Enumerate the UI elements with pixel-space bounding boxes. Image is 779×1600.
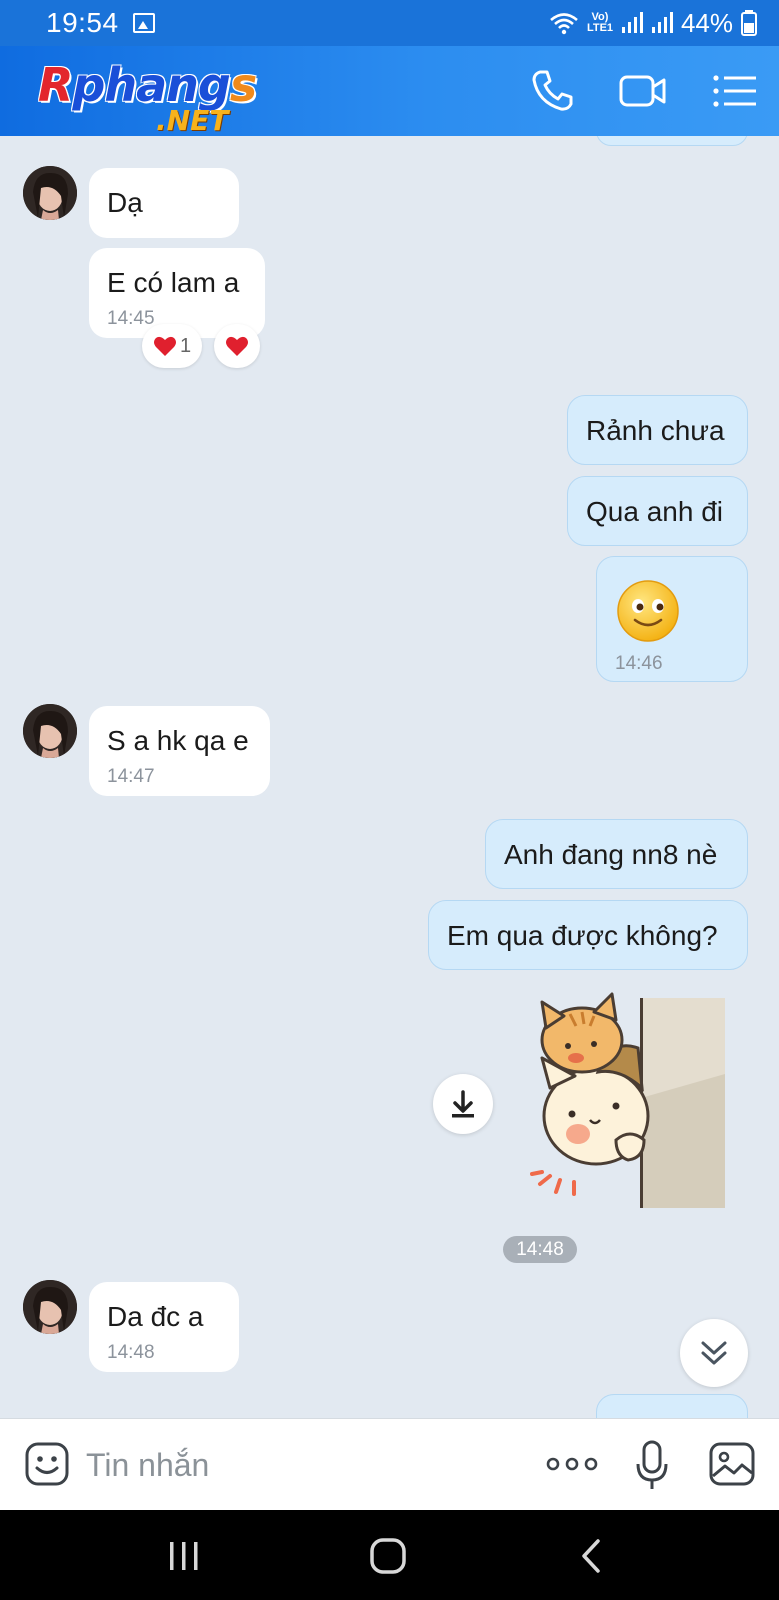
message-text: Dạ xyxy=(107,187,143,218)
system-navigation-bar xyxy=(0,1510,779,1600)
message-bubble-outgoing[interactable]: Qua anh đi xyxy=(567,476,748,546)
react-button[interactable] xyxy=(214,324,260,368)
download-icon xyxy=(452,1090,474,1118)
battery-percent: 44% xyxy=(680,7,733,38)
network-type-label: Vo) LTE1 xyxy=(586,11,614,34)
message-text: Anh đang nn8 nè xyxy=(504,839,718,870)
cat-peeking-sticker[interactable] xyxy=(520,988,730,1212)
heart-icon xyxy=(226,336,248,356)
message-bubble-outgoing[interactable]: Anh đang nn8 nè xyxy=(485,819,748,889)
message-text: E có lam a xyxy=(107,267,240,298)
message-bubble-incoming[interactable]: S a hk qa e 14:47 xyxy=(89,706,270,796)
message-time: 14:45 xyxy=(107,308,155,329)
message-text: S a hk qa e xyxy=(107,725,249,756)
watermark-logo: Rphangs .NET xyxy=(38,58,278,138)
message-text: Em qua được không? xyxy=(447,920,718,951)
wifi-icon xyxy=(550,13,578,35)
download-sticker-button[interactable] xyxy=(433,1074,493,1134)
smile-emoji-icon xyxy=(617,580,679,642)
status-indicators: Vo) LTE1 44% xyxy=(549,8,757,39)
gallery-notification-icon xyxy=(132,13,155,33)
microphone-icon[interactable] xyxy=(634,1439,670,1491)
message-input-bar xyxy=(0,1418,779,1510)
chat-area[interactable]: Dạ E có lam a 14:45 1 Rảnh chưa Qua anh … xyxy=(0,136,779,1418)
message-time: 14:47 xyxy=(107,766,155,787)
phone-icon[interactable] xyxy=(528,66,578,116)
next-message-bubble xyxy=(596,1394,748,1418)
previous-message-bubble xyxy=(596,136,748,146)
signal-icon-2 xyxy=(651,12,673,33)
message-bubble-outgoing[interactable]: Rảnh chưa xyxy=(567,395,748,465)
chat-header: Rphangs .NET xyxy=(0,46,779,138)
reaction-summary[interactable]: 1 xyxy=(142,324,202,368)
sticker-time: 14:48 xyxy=(503,1236,577,1263)
message-text: Da đc a xyxy=(107,1301,204,1332)
more-icon[interactable] xyxy=(546,1449,598,1479)
avatar-photo xyxy=(23,1280,77,1334)
menu-icon[interactable] xyxy=(710,66,760,116)
message-bubble-outgoing[interactable]: Em qua được không? xyxy=(428,900,748,970)
status-bar: 19:54 Vo) LTE1 44% xyxy=(0,0,779,46)
message-text: Qua anh đi xyxy=(586,496,723,527)
avatar-photo xyxy=(23,166,77,220)
recent-apps-icon[interactable] xyxy=(164,1536,204,1576)
battery-icon xyxy=(741,10,757,36)
message-time: 14:46 xyxy=(615,653,663,674)
logo-net-text: .NET xyxy=(156,104,229,137)
reaction-count: 1 xyxy=(179,334,192,357)
message-bubble-outgoing[interactable]: 14:46 xyxy=(596,556,748,682)
message-bubble-incoming[interactable]: Dạ xyxy=(89,168,239,238)
status-time: 19:54 xyxy=(46,7,119,38)
back-icon[interactable] xyxy=(572,1536,612,1576)
double-chevron-down-icon xyxy=(701,1341,727,1365)
message-text: Rảnh chưa xyxy=(586,415,725,446)
message-bubble-incoming[interactable]: Da đc a 14:48 xyxy=(89,1282,239,1372)
heart-icon xyxy=(153,336,176,356)
video-call-icon[interactable] xyxy=(618,66,668,116)
contact-avatar[interactable] xyxy=(23,1280,77,1334)
emoji-icon[interactable] xyxy=(24,1441,70,1487)
signal-icon xyxy=(621,12,643,33)
scroll-to-bottom-button[interactable] xyxy=(680,1319,748,1387)
message-input[interactable] xyxy=(86,1441,506,1489)
contact-avatar[interactable] xyxy=(23,704,77,758)
image-icon[interactable] xyxy=(708,1441,756,1487)
home-icon[interactable] xyxy=(368,1536,408,1576)
message-time: 14:48 xyxy=(107,1342,155,1363)
contact-avatar[interactable] xyxy=(23,166,77,220)
avatar-photo xyxy=(23,704,77,758)
